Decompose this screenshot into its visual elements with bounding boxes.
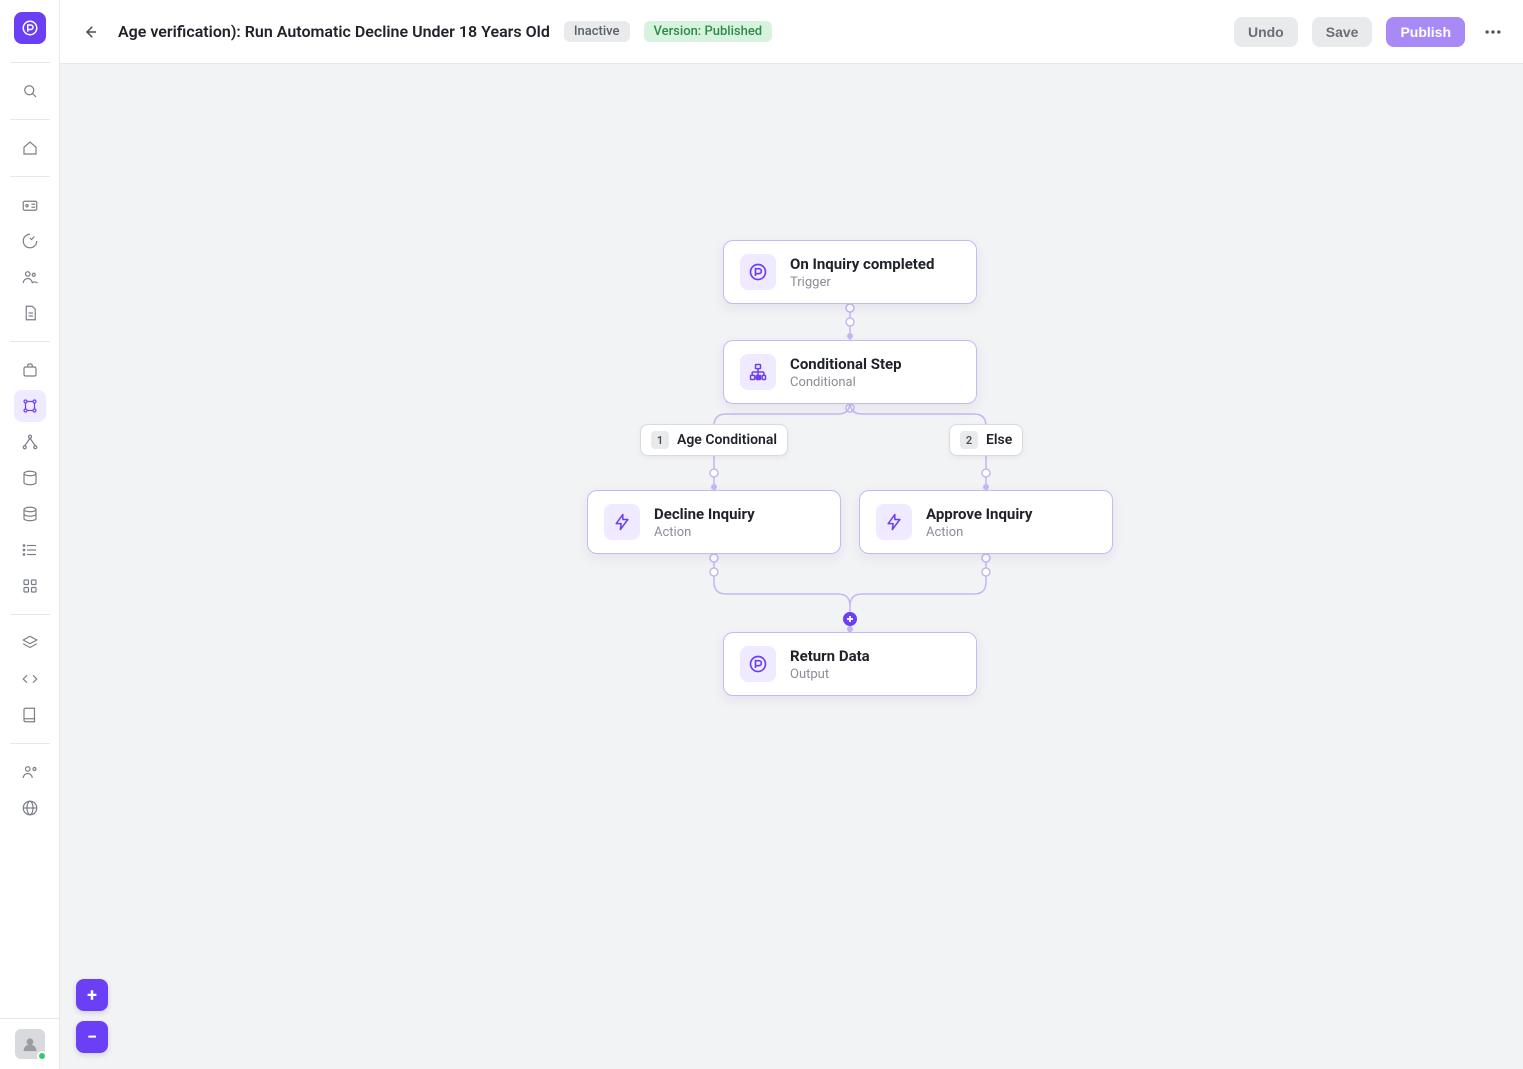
node-subtitle: Action: [654, 525, 755, 540]
presence-indicator: [37, 1051, 47, 1061]
id-card-icon[interactable]: [14, 189, 46, 221]
p-icon: [740, 254, 776, 290]
node-title: Conditional Step: [790, 355, 902, 373]
branch-text: Else: [986, 432, 1012, 448]
logo-p-icon: [21, 19, 39, 37]
branch-text: Age Conditional: [677, 432, 777, 448]
users-icon[interactable]: [14, 261, 46, 293]
node-subtitle: Action: [926, 525, 1032, 540]
avatar-placeholder-icon: [21, 1035, 39, 1053]
page-title: Age verification): Run Automatic Decline…: [118, 22, 550, 41]
node-title: Approve Inquiry: [926, 505, 1032, 523]
node-title: Decline Inquiry: [654, 505, 755, 523]
bolt-icon: [604, 504, 640, 540]
back-button[interactable]: [76, 18, 104, 46]
header: Age verification): Run Automatic Decline…: [60, 0, 1523, 64]
node-subtitle: Trigger: [790, 275, 934, 290]
save-button[interactable]: Save: [1312, 17, 1373, 47]
network-icon[interactable]: [14, 426, 46, 458]
node-subtitle: Conditional: [790, 375, 902, 390]
moon-check-icon[interactable]: [14, 225, 46, 257]
book-icon[interactable]: [14, 699, 46, 731]
version-badge: Version: Published: [644, 21, 773, 42]
p-icon: [740, 646, 776, 682]
branch-number: 2: [960, 431, 978, 449]
more-horizontal-icon: [1483, 22, 1503, 42]
home-icon[interactable]: [14, 132, 46, 164]
briefcase-icon[interactable]: [14, 354, 46, 386]
brand-logo[interactable]: [14, 12, 46, 44]
sidebar: [0, 0, 60, 1069]
search-icon[interactable]: [14, 75, 46, 107]
sitemap-icon: [740, 354, 776, 390]
list-icon[interactable]: [14, 534, 46, 566]
code-icon[interactable]: [14, 663, 46, 695]
arrow-left-icon: [81, 23, 99, 41]
workflow-icon[interactable]: [14, 390, 46, 422]
zoom-controls: + −: [76, 979, 108, 1053]
database2-icon[interactable]: [14, 498, 46, 530]
workflow-canvas[interactable]: On Inquiry completed Trigger Conditional…: [60, 64, 1523, 1069]
connector-lines: [60, 64, 1523, 1069]
node-subtitle: Output: [790, 667, 870, 682]
undo-button[interactable]: Undo: [1234, 17, 1298, 47]
decline-node[interactable]: Decline Inquiry Action: [587, 490, 841, 554]
team-icon[interactable]: [14, 756, 46, 788]
node-title: Return Data: [790, 647, 870, 665]
layers-icon[interactable]: [14, 627, 46, 659]
status-badge: Inactive: [564, 21, 630, 42]
zoom-out-button[interactable]: −: [76, 1021, 108, 1053]
publish-button[interactable]: Publish: [1386, 17, 1465, 47]
branch-label-age[interactable]: 1 Age Conditional: [640, 424, 788, 456]
branch-number: 1: [651, 431, 669, 449]
flow-container: On Inquiry completed Trigger Conditional…: [60, 64, 1523, 1069]
approve-node[interactable]: Approve Inquiry Action: [859, 490, 1113, 554]
node-title: On Inquiry completed: [790, 255, 934, 273]
database-icon[interactable]: [14, 462, 46, 494]
apps-icon[interactable]: [14, 570, 46, 602]
conditional-node[interactable]: Conditional Step Conditional: [723, 340, 977, 404]
avatar[interactable]: [15, 1029, 45, 1059]
bolt-icon: [876, 504, 912, 540]
branch-label-else[interactable]: 2 Else: [949, 424, 1023, 456]
more-button[interactable]: [1479, 18, 1507, 46]
globe-icon[interactable]: [14, 792, 46, 824]
document-icon[interactable]: [14, 297, 46, 329]
output-node[interactable]: Return Data Output: [723, 632, 977, 696]
zoom-in-button[interactable]: +: [76, 979, 108, 1011]
trigger-node[interactable]: On Inquiry completed Trigger: [723, 240, 977, 304]
